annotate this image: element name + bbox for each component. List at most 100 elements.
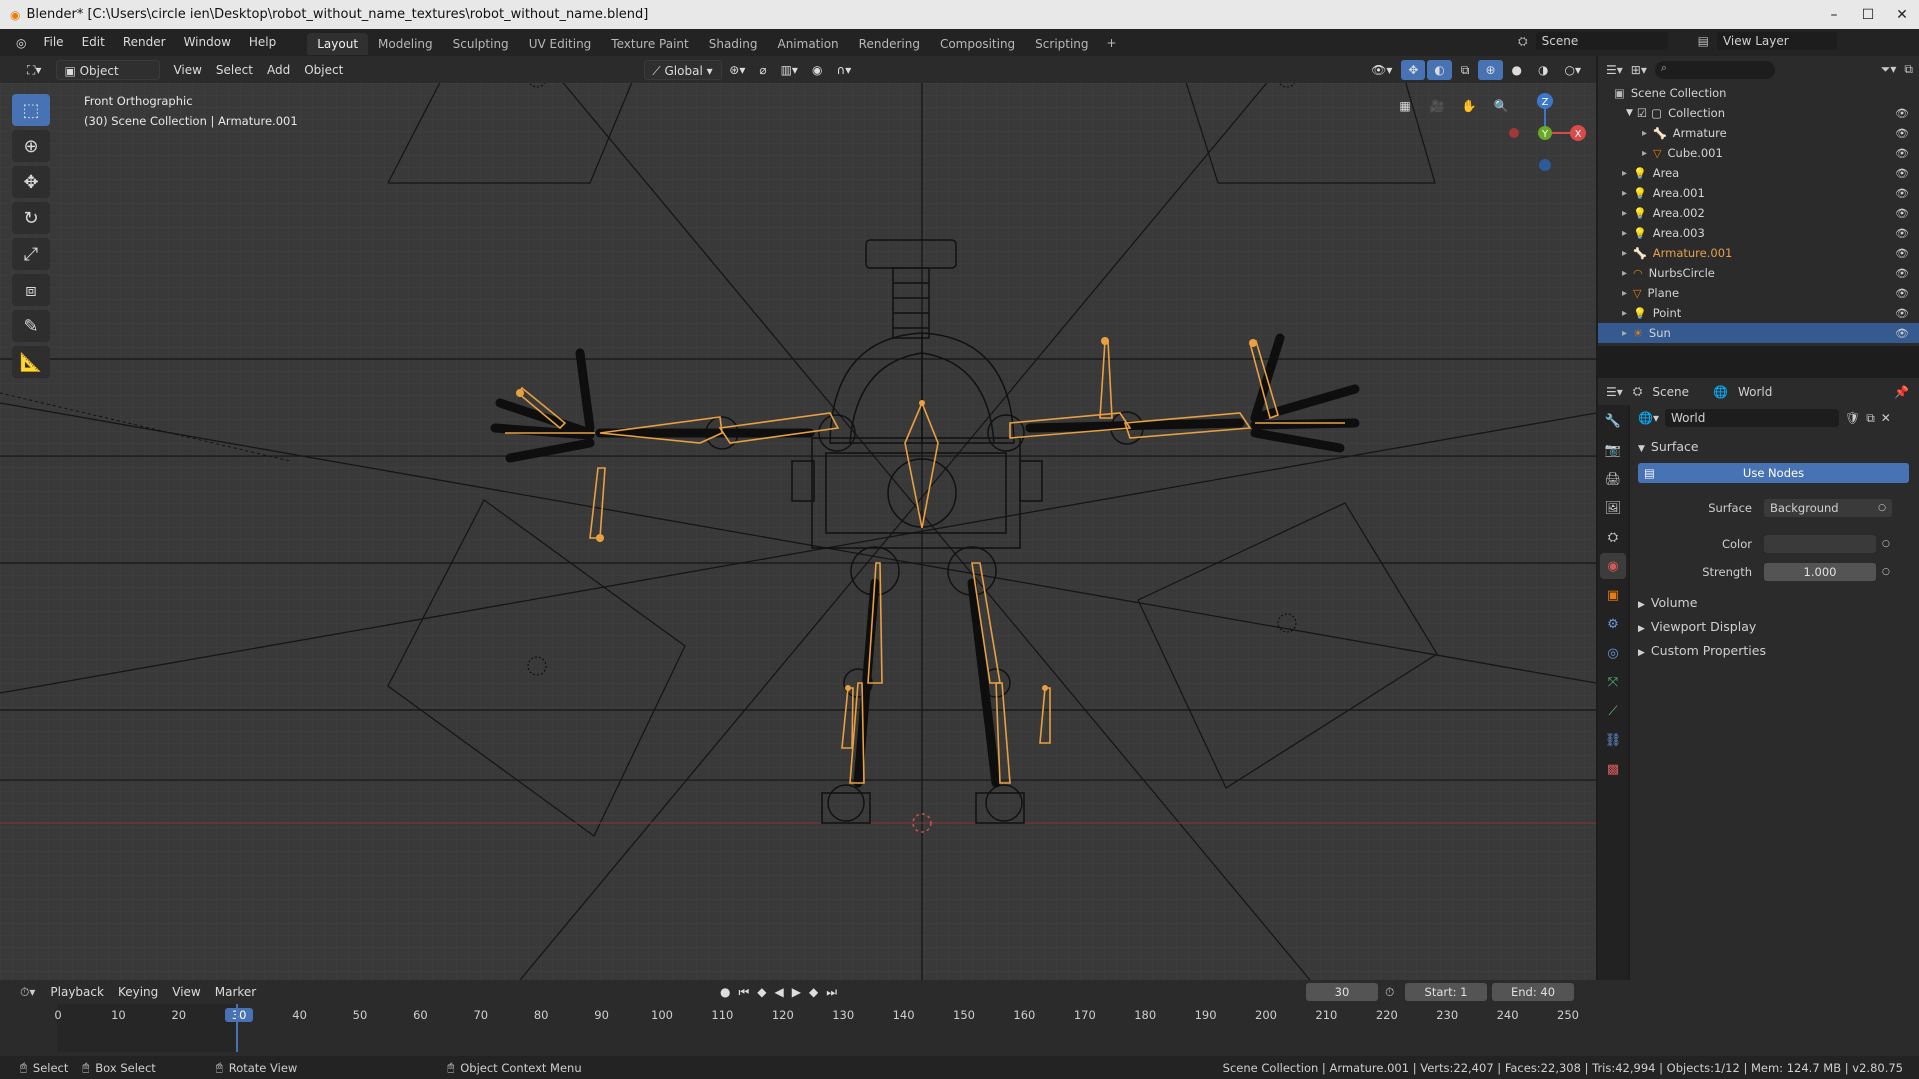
- world-breadcrumb[interactable]: World: [1738, 385, 1772, 399]
- expand-arrow-icon[interactable]: ▼: [1626, 108, 1633, 118]
- bone-tab-icon[interactable]: ⟋: [1600, 698, 1626, 724]
- maximize-button[interactable]: ☐: [1851, 0, 1885, 29]
- view-layer-tab-icon[interactable]: 🖼: [1600, 495, 1626, 521]
- visibility-eye-icon[interactable]: 👁: [1895, 187, 1909, 200]
- play-icon[interactable]: ▶: [792, 985, 801, 1000]
- scene-tab-icon[interactable]: ⛭: [1600, 524, 1626, 550]
- pan-view-icon[interactable]: ✋: [1456, 93, 1482, 119]
- object-data-tab-icon[interactable]: ⤧: [1600, 669, 1626, 695]
- texture-tab-icon[interactable]: ▩: [1600, 756, 1626, 782]
- menu-file[interactable]: File: [34, 29, 72, 56]
- color-link-icon[interactable]: ○: [1882, 539, 1890, 549]
- tab-compositing[interactable]: Compositing: [930, 33, 1025, 55]
- transform-orientation-selector[interactable]: ⟋ Global ▾: [644, 59, 723, 80]
- outliner-item[interactable]: ▸ 💡 Area 👁: [1598, 163, 1919, 183]
- surface-shader-field[interactable]: Background ○: [1764, 499, 1892, 517]
- viewport-menu-add[interactable]: Add: [260, 60, 297, 80]
- timeline-menu-view[interactable]: View: [165, 982, 207, 1002]
- overlay-toggle-icon[interactable]: ◐: [1427, 59, 1452, 80]
- custom-properties-panel-header[interactable]: ▶ Custom Properties: [1630, 639, 1919, 663]
- tab-sculpting[interactable]: Sculpting: [443, 33, 519, 55]
- outliner-item[interactable]: ▸ ▽ Plane 👁: [1598, 283, 1919, 303]
- outliner-collection[interactable]: ▼ ☑ ▢ Collection 👁: [1598, 103, 1919, 123]
- rotate-tool[interactable]: ↻: [12, 202, 50, 234]
- end-frame-field[interactable]: End: 40: [1492, 983, 1574, 1001]
- modifier-tab-icon[interactable]: ⚙: [1600, 611, 1626, 637]
- fake-user-icon[interactable]: 🛡: [1845, 411, 1860, 425]
- shading-solid-icon[interactable]: ●: [1505, 60, 1529, 80]
- visibility-eye-icon[interactable]: 👁: [1895, 287, 1909, 300]
- outliner-item[interactable]: ▸ 🦴 Armature 👁: [1598, 123, 1919, 143]
- visibility-eye-icon[interactable]: 👁: [1895, 327, 1909, 340]
- display-mode-icon[interactable]: ⊞▾: [1631, 63, 1647, 77]
- world-name-field[interactable]: World: [1664, 409, 1839, 427]
- tab-uv-editing[interactable]: UV Editing: [519, 33, 602, 55]
- cursor-tool[interactable]: ⊕: [12, 130, 50, 162]
- gizmo-toggle-icon[interactable]: ✥: [1401, 59, 1426, 80]
- current-frame-field[interactable]: 30: [1306, 983, 1378, 1001]
- unlink-icon[interactable]: ✕: [1881, 411, 1891, 425]
- tab-layout[interactable]: Layout: [307, 32, 369, 55]
- outliner-item[interactable]: ▸ 🦴 Armature.001 👁: [1598, 243, 1919, 263]
- viewport-menu-select[interactable]: Select: [209, 60, 260, 80]
- toggle-camera-grid-icon[interactable]: ▦: [1392, 93, 1418, 119]
- outliner-item[interactable]: ▸ 💡 Area.003 👁: [1598, 223, 1919, 243]
- editor-type-icon[interactable]: ⛶▾: [20, 60, 48, 80]
- shading-material-icon[interactable]: ◑: [1531, 60, 1555, 80]
- menu-window[interactable]: Window: [175, 29, 240, 56]
- outliner-scene-collection[interactable]: ▣ Scene Collection: [1598, 83, 1919, 103]
- visibility-eye-icon[interactable]: 👁: [1895, 127, 1909, 140]
- properties-editor-icon[interactable]: ☰▾: [1606, 385, 1623, 399]
- expand-arrow-icon[interactable]: ▸: [1642, 148, 1647, 159]
- select-box-tool[interactable]: ⬚: [12, 94, 50, 126]
- viewport-menu-object[interactable]: Object: [297, 60, 350, 80]
- outliner-search-input[interactable]: ⌕: [1654, 60, 1775, 79]
- visibility-eye-icon[interactable]: 👁: [1895, 247, 1909, 260]
- expand-arrow-icon[interactable]: ▸: [1642, 128, 1647, 139]
- constraint-tab-icon[interactable]: ⛓: [1600, 727, 1626, 753]
- object-tab-icon[interactable]: ▣: [1600, 582, 1626, 608]
- viewport-menu-view[interactable]: View: [166, 60, 208, 80]
- visibility-eye-icon[interactable]: 👁: [1895, 227, 1909, 240]
- volume-panel-header[interactable]: ▶ Volume: [1630, 591, 1919, 615]
- 3d-viewport[interactable]: Front Orthographic (30) Scene Collection…: [0, 83, 1596, 980]
- surface-panel-header[interactable]: ▼ Surface: [1630, 435, 1919, 459]
- timeline-menu-marker[interactable]: Marker: [208, 982, 263, 1002]
- expand-arrow-icon[interactable]: ▸: [1622, 268, 1627, 279]
- world-tab-icon[interactable]: ◉: [1600, 553, 1626, 579]
- output-tab-icon[interactable]: 🖨: [1600, 466, 1626, 492]
- use-nodes-button[interactable]: ▤ Use Nodes: [1638, 463, 1909, 483]
- scene-breadcrumb[interactable]: Scene: [1652, 385, 1689, 399]
- new-collection-icon[interactable]: ⧉: [1904, 62, 1913, 77]
- outliner-editor-icon[interactable]: ☰▾: [1606, 63, 1623, 77]
- prev-keyframe-icon[interactable]: ◆: [757, 985, 766, 1000]
- add-workspace-button[interactable]: +: [1099, 36, 1125, 50]
- physics-tab-icon[interactable]: ◎: [1600, 640, 1626, 666]
- expand-arrow-icon[interactable]: ▸: [1622, 328, 1627, 339]
- close-window-button[interactable]: ✕: [1885, 0, 1919, 29]
- expand-arrow-icon[interactable]: ▸: [1622, 168, 1627, 179]
- visibility-eye-icon[interactable]: 👁: [1895, 147, 1909, 160]
- timeline-ruler[interactable]: 0 10 20 30 40 50 60 70 80 90 100 110 120 130 140 150 160…: [0, 1004, 1919, 1052]
- visibility-eye-icon[interactable]: 👁: [1895, 307, 1909, 320]
- pivot-point-icon[interactable]: ⊛▾: [722, 60, 752, 80]
- menu-edit[interactable]: Edit: [73, 29, 114, 56]
- view-layer-selector[interactable]: View Layer: [1716, 32, 1837, 50]
- tab-scripting[interactable]: Scripting: [1025, 33, 1098, 55]
- render-tab-icon[interactable]: 📷: [1600, 437, 1626, 463]
- outliner-item[interactable]: ▸ 💡 Point 👁: [1598, 303, 1919, 323]
- menu-help[interactable]: Help: [240, 29, 285, 56]
- jump-start-icon[interactable]: ⏮: [738, 985, 749, 1000]
- next-keyframe-icon[interactable]: ◆: [809, 985, 818, 1000]
- scene-selector[interactable]: Scene: [1535, 32, 1668, 50]
- preview-range-icon[interactable]: ⏱: [1385, 985, 1394, 1000]
- tab-animation[interactable]: Animation: [767, 33, 848, 55]
- tab-texture-paint[interactable]: Texture Paint: [601, 33, 698, 55]
- strength-link-icon[interactable]: ○: [1882, 567, 1890, 577]
- outliner-item[interactable]: ▸ 💡 Area.002 👁: [1598, 203, 1919, 223]
- timeline-editor-icon[interactable]: ⏱▾: [20, 985, 35, 1000]
- expand-arrow-icon[interactable]: ▸: [1622, 188, 1627, 199]
- snap-target-icon[interactable]: ▥▾: [774, 60, 805, 80]
- pin-icon[interactable]: 📌: [1894, 385, 1909, 399]
- outliner-item[interactable]: ▸ ▽ Cube.001 👁: [1598, 143, 1919, 163]
